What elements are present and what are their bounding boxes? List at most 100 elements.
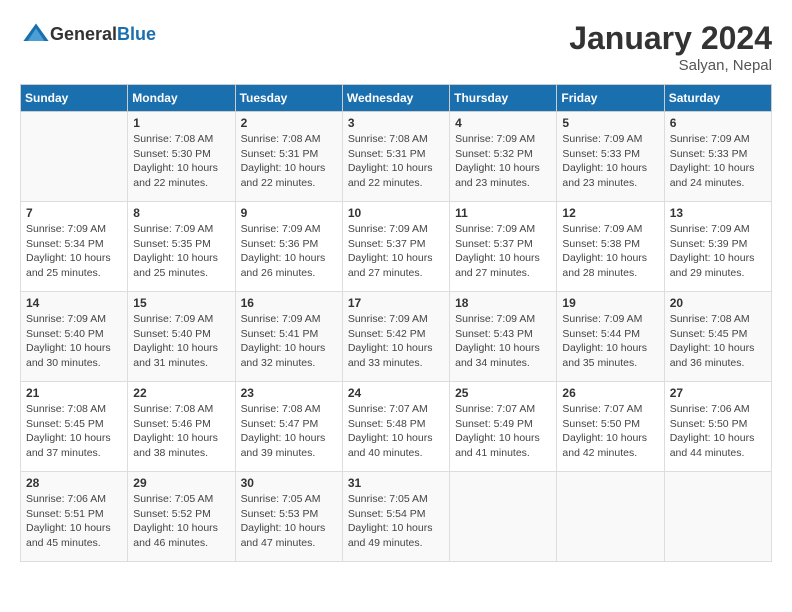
day-info: Sunrise: 7:09 AMSunset: 5:37 PMDaylight:… xyxy=(455,222,551,281)
day-number: 7 xyxy=(26,206,122,220)
calendar-table: SundayMondayTuesdayWednesdayThursdayFrid… xyxy=(20,84,772,562)
day-info: Sunrise: 7:09 AMSunset: 5:32 PMDaylight:… xyxy=(455,132,551,191)
day-number: 15 xyxy=(133,296,229,310)
day-number: 28 xyxy=(26,476,122,490)
day-cell: 13 Sunrise: 7:09 AMSunset: 5:39 PMDayligh… xyxy=(664,202,771,292)
day-cell: 24Sunrise: 7:07 AMSunset: 5:48 PMDayligh… xyxy=(342,382,449,472)
day-number: 2 xyxy=(241,116,337,130)
day-cell: 18 Sunrise: 7:09 AMSunset: 5:43 PMDayligh… xyxy=(450,292,557,382)
day-info: Sunrise: 7:08 AMSunset: 5:46 PMDaylight:… xyxy=(133,402,229,461)
day-info: Sunrise: 7:09 AMSunset: 5:33 PMDaylight:… xyxy=(562,132,658,191)
day-info: Sunrise: 7:05 AMSunset: 5:53 PMDaylight:… xyxy=(241,492,337,551)
logo-blue: Blue xyxy=(117,24,156,44)
day-cell: 21 Sunrise: 7:08 AMSunset: 5:45 PMDayligh… xyxy=(21,382,128,472)
day-number: 9 xyxy=(241,206,337,220)
header-sunday: Sunday xyxy=(21,85,128,112)
day-number: 8 xyxy=(133,206,229,220)
day-info: Sunrise: 7:07 AMSunset: 5:49 PMDaylight:… xyxy=(455,402,551,461)
day-number: 12 xyxy=(562,206,658,220)
day-cell: 5 Sunrise: 7:09 AMSunset: 5:33 PMDaylight… xyxy=(557,112,664,202)
day-number: 14 xyxy=(26,296,122,310)
day-cell: 10 Sunrise: 7:09 AMSunset: 5:37 PMDayligh… xyxy=(342,202,449,292)
day-cell xyxy=(557,472,664,562)
day-cell xyxy=(664,472,771,562)
day-info: Sunrise: 7:08 AMSunset: 5:45 PMDaylight:… xyxy=(26,402,122,461)
day-number: 30 xyxy=(241,476,337,490)
header-row: SundayMondayTuesdayWednesdayThursdayFrid… xyxy=(21,85,772,112)
day-cell: 11 Sunrise: 7:09 AMSunset: 5:37 PMDayligh… xyxy=(450,202,557,292)
day-info: Sunrise: 7:06 AMSunset: 5:51 PMDaylight:… xyxy=(26,492,122,551)
day-cell: 22 Sunrise: 7:08 AMSunset: 5:46 PMDayligh… xyxy=(128,382,235,472)
day-info: Sunrise: 7:09 AMSunset: 5:37 PMDaylight:… xyxy=(348,222,444,281)
day-number: 26 xyxy=(562,386,658,400)
header-wednesday: Wednesday xyxy=(342,85,449,112)
day-info: Sunrise: 7:08 AMSunset: 5:47 PMDaylight:… xyxy=(241,402,337,461)
header-friday: Friday xyxy=(557,85,664,112)
day-cell: 29 Sunrise: 7:05 AMSunset: 5:52 PMDayligh… xyxy=(128,472,235,562)
day-number: 16 xyxy=(241,296,337,310)
page-header: GeneralBlue January 2024 Salyan, Nepal xyxy=(20,20,772,74)
day-info: Sunrise: 7:09 AMSunset: 5:42 PMDaylight:… xyxy=(348,312,444,371)
header-saturday: Saturday xyxy=(664,85,771,112)
day-cell: 27Sunrise: 7:06 AMSunset: 5:50 PMDayligh… xyxy=(664,382,771,472)
day-cell: 28 Sunrise: 7:06 AMSunset: 5:51 PMDayligh… xyxy=(21,472,128,562)
day-info: Sunrise: 7:07 AMSunset: 5:48 PMDaylight:… xyxy=(348,402,444,461)
header-tuesday: Tuesday xyxy=(235,85,342,112)
day-number: 13 xyxy=(670,206,766,220)
day-number: 18 xyxy=(455,296,551,310)
day-number: 1 xyxy=(133,116,229,130)
day-cell: 25 Sunrise: 7:07 AMSunset: 5:49 PMDayligh… xyxy=(450,382,557,472)
day-info: Sunrise: 7:09 AMSunset: 5:40 PMDaylight:… xyxy=(133,312,229,371)
day-info: Sunrise: 7:09 AMSunset: 5:43 PMDaylight:… xyxy=(455,312,551,371)
day-info: Sunrise: 7:07 AMSunset: 5:50 PMDaylight:… xyxy=(562,402,658,461)
day-number: 5 xyxy=(562,116,658,130)
day-info: Sunrise: 7:08 AMSunset: 5:30 PMDaylight:… xyxy=(133,132,229,191)
day-number: 10 xyxy=(348,206,444,220)
day-cell xyxy=(450,472,557,562)
week-row-2: 7Sunrise: 7:09 AMSunset: 5:34 PMDaylight… xyxy=(21,202,772,292)
day-number: 23 xyxy=(241,386,337,400)
header-monday: Monday xyxy=(128,85,235,112)
day-cell: 12 Sunrise: 7:09 AMSunset: 5:38 PMDayligh… xyxy=(557,202,664,292)
day-cell: 9 Sunrise: 7:09 AMSunset: 5:36 PMDaylight… xyxy=(235,202,342,292)
day-cell: 23 Sunrise: 7:08 AMSunset: 5:47 PMDayligh… xyxy=(235,382,342,472)
day-cell: 20 Sunrise: 7:08 AMSunset: 5:45 PMDayligh… xyxy=(664,292,771,382)
day-cell: 16 Sunrise: 7:09 AMSunset: 5:41 PMDayligh… xyxy=(235,292,342,382)
day-number: 4 xyxy=(455,116,551,130)
day-number: 29 xyxy=(133,476,229,490)
logo-icon xyxy=(22,20,50,48)
day-info: Sunrise: 7:09 AMSunset: 5:35 PMDaylight:… xyxy=(133,222,229,281)
header-thursday: Thursday xyxy=(450,85,557,112)
logo-text: GeneralBlue xyxy=(50,24,156,45)
day-info: Sunrise: 7:09 AMSunset: 5:39 PMDaylight:… xyxy=(670,222,766,281)
day-cell: 2 Sunrise: 7:08 AMSunset: 5:31 PMDaylight… xyxy=(235,112,342,202)
title-area: January 2024 Salyan, Nepal xyxy=(569,20,772,74)
day-number: 17 xyxy=(348,296,444,310)
day-info: Sunrise: 7:08 AMSunset: 5:31 PMDaylight:… xyxy=(241,132,337,191)
day-cell: 1 Sunrise: 7:08 AMSunset: 5:30 PMDaylight… xyxy=(128,112,235,202)
day-info: Sunrise: 7:09 AMSunset: 5:36 PMDaylight:… xyxy=(241,222,337,281)
day-info: Sunrise: 7:09 AMSunset: 5:44 PMDaylight:… xyxy=(562,312,658,371)
day-number: 22 xyxy=(133,386,229,400)
day-info: Sunrise: 7:05 AMSunset: 5:52 PMDaylight:… xyxy=(133,492,229,551)
day-info: Sunrise: 7:09 AMSunset: 5:38 PMDaylight:… xyxy=(562,222,658,281)
day-number: 3 xyxy=(348,116,444,130)
day-cell: 6Sunrise: 7:09 AMSunset: 5:33 PMDaylight… xyxy=(664,112,771,202)
day-info: Sunrise: 7:09 AMSunset: 5:41 PMDaylight:… xyxy=(241,312,337,371)
week-row-4: 21 Sunrise: 7:08 AMSunset: 5:45 PMDayligh… xyxy=(21,382,772,472)
day-number: 25 xyxy=(455,386,551,400)
day-cell xyxy=(21,112,128,202)
day-number: 21 xyxy=(26,386,122,400)
day-cell: 3 Sunrise: 7:08 AMSunset: 5:31 PMDaylight… xyxy=(342,112,449,202)
day-info: Sunrise: 7:06 AMSunset: 5:50 PMDaylight:… xyxy=(670,402,766,461)
day-number: 31 xyxy=(348,476,444,490)
day-number: 6 xyxy=(670,116,766,130)
day-cell: 31Sunrise: 7:05 AMSunset: 5:54 PMDayligh… xyxy=(342,472,449,562)
day-cell: 7Sunrise: 7:09 AMSunset: 5:34 PMDaylight… xyxy=(21,202,128,292)
location: Salyan, Nepal xyxy=(569,57,772,74)
day-number: 11 xyxy=(455,206,551,220)
day-cell: 4 Sunrise: 7:09 AMSunset: 5:32 PMDaylight… xyxy=(450,112,557,202)
day-info: Sunrise: 7:08 AMSunset: 5:45 PMDaylight:… xyxy=(670,312,766,371)
day-number: 20 xyxy=(670,296,766,310)
day-info: Sunrise: 7:08 AMSunset: 5:31 PMDaylight:… xyxy=(348,132,444,191)
